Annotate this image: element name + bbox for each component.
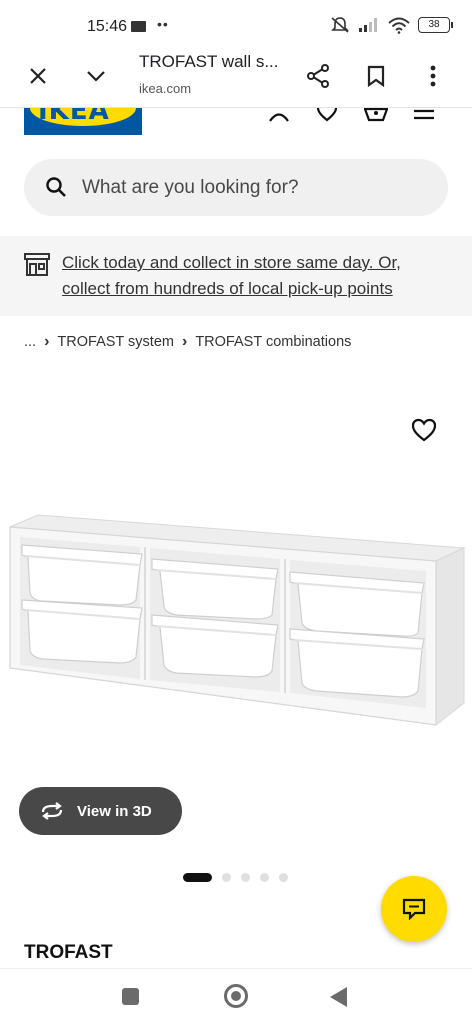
carousel-dot[interactable] (260, 873, 269, 882)
menu-icon[interactable] (413, 108, 435, 122)
image-carousel-indicator (183, 873, 288, 882)
product-name: TROFAST (24, 942, 113, 963)
breadcrumb: ... › TROFAST system › TROFAST combinati… (24, 333, 351, 351)
chevron-down-icon[interactable] (78, 58, 114, 94)
close-icon[interactable] (20, 58, 56, 94)
mail-icon (131, 21, 146, 32)
recent-apps-icon[interactable] (122, 988, 139, 1005)
user-icon[interactable] (268, 108, 290, 122)
signal-icon (359, 18, 377, 32)
carousel-dot[interactable] (279, 873, 288, 882)
chevron-right-icon: › (181, 333, 188, 350)
logo-text: IKEA (38, 108, 110, 126)
chat-button[interactable] (381, 876, 447, 942)
search-input[interactable] (82, 173, 422, 203)
search-icon (46, 177, 66, 197)
battery-icon: 38 (418, 17, 453, 33)
click-collect-link[interactable]: Click today and collect in store same da… (62, 250, 432, 302)
wifi-icon (388, 17, 410, 34)
status-bar: 15:46 •• 38 (0, 0, 472, 52)
click-collect-banner: Click today and collect in store same da… (0, 236, 472, 316)
page-title[interactable]: TROFAST wall s... (139, 52, 279, 72)
bookmark-icon[interactable] (358, 58, 394, 94)
basket-icon[interactable] (364, 108, 388, 122)
more-notifications-icon: •• (157, 16, 169, 32)
mute-icon (331, 17, 349, 33)
carousel-dot[interactable] (222, 873, 231, 882)
status-icons: 38 (330, 16, 453, 34)
system-navigation-bar (0, 968, 472, 1024)
favorite-button[interactable] (411, 418, 437, 442)
ikea-logo[interactable]: IKEA (24, 108, 142, 135)
breadcrumb-ellipsis[interactable]: ... (24, 334, 36, 350)
view-in-3d-button[interactable]: View in 3D (19, 787, 182, 835)
carousel-dot-active[interactable] (183, 873, 212, 882)
product-image[interactable] (0, 505, 472, 785)
home-icon[interactable] (224, 984, 248, 1008)
page-url[interactable]: ikea.com (139, 81, 191, 96)
search-bar[interactable] (24, 159, 448, 216)
back-icon[interactable] (330, 987, 347, 1007)
view-in-3d-label: View in 3D (77, 802, 152, 820)
share-icon[interactable] (300, 58, 336, 94)
store-icon (24, 253, 50, 276)
heart-icon (411, 418, 437, 442)
carousel-dot[interactable] (241, 873, 250, 882)
chat-icon (402, 898, 426, 920)
rotate-3d-icon (41, 802, 63, 820)
heart-icon[interactable] (316, 108, 338, 122)
chevron-right-icon: › (44, 333, 50, 350)
breadcrumb-item[interactable]: TROFAST system (57, 334, 174, 350)
battery-level: 38 (428, 19, 440, 30)
more-vert-icon[interactable] (415, 58, 451, 94)
breadcrumb-item[interactable]: TROFAST combinations (195, 334, 351, 350)
status-time: 15:46 (87, 18, 128, 35)
browser-toolbar: TROFAST wall s... ikea.com (0, 52, 472, 108)
